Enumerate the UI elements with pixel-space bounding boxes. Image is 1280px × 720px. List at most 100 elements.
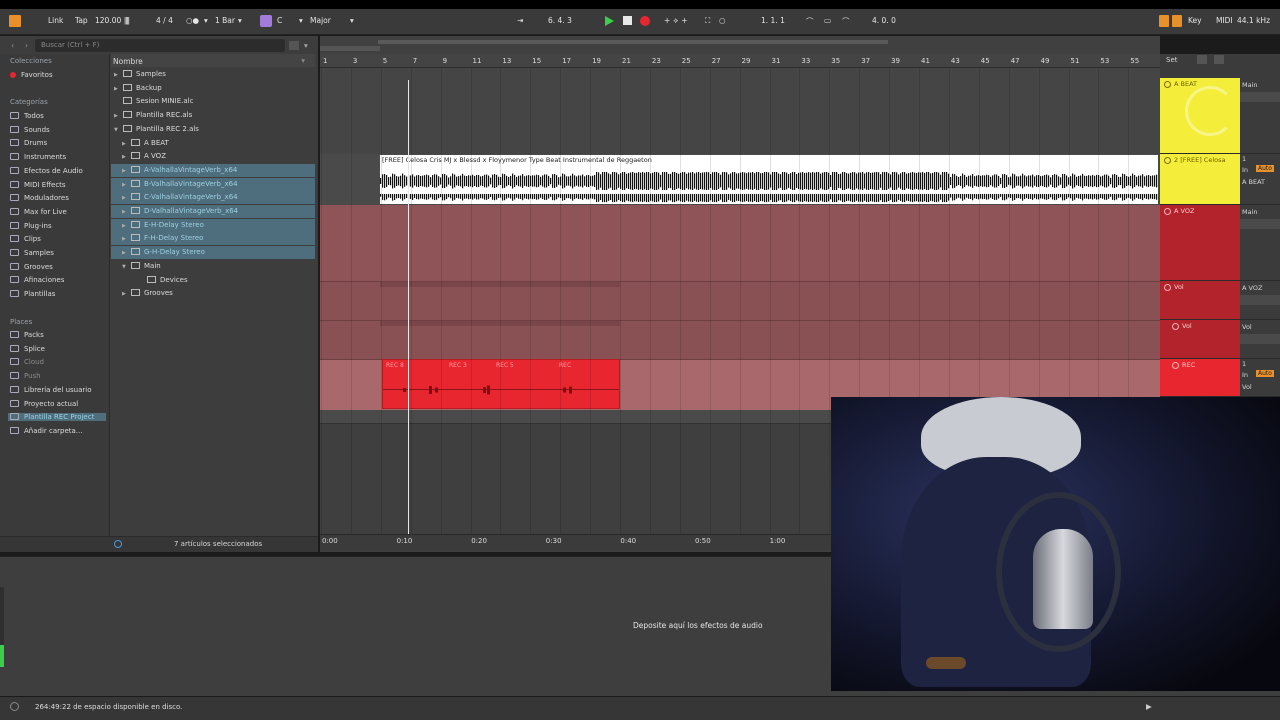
file-row[interactable]: ▶ Samples bbox=[111, 68, 315, 81]
column-header[interactable]: Nombre ▾ bbox=[111, 54, 315, 67]
track-header[interactable]: A VOZ bbox=[1160, 205, 1240, 281]
file-row[interactable]: ▶ G-H-Delay Stereo bbox=[111, 246, 315, 260]
disclosure-arrow-icon[interactable]: ▶ bbox=[122, 154, 126, 160]
sidebar-item-category[interactable]: Max for Live bbox=[10, 207, 67, 216]
sidebar-item-place[interactable]: Packs bbox=[10, 331, 44, 339]
filter-icon[interactable] bbox=[289, 41, 299, 50]
disclosure-arrow-icon[interactable]: ▶ bbox=[122, 168, 126, 174]
disclosure-arrow-icon[interactable]: ▶ bbox=[122, 209, 126, 215]
output-select[interactable]: Main bbox=[1242, 208, 1258, 216]
overdub-icon[interactable]: +⟡+ bbox=[664, 16, 691, 26]
disclosure-arrow-icon[interactable]: ▶ bbox=[122, 182, 126, 188]
fold-icon[interactable] bbox=[1164, 208, 1171, 215]
lock-icon[interactable] bbox=[1214, 55, 1224, 64]
disclosure-arrow-icon[interactable]: ▶ bbox=[114, 113, 118, 119]
file-row[interactable]: ▶ F-H-Delay Stereo bbox=[111, 232, 315, 246]
key-select[interactable]: C bbox=[277, 16, 282, 25]
arrangement-position-icon[interactable]: ⇥ bbox=[517, 16, 523, 25]
scale-select[interactable]: Major bbox=[310, 16, 331, 25]
disclosure-arrow-icon[interactable]: ▶ bbox=[122, 291, 126, 297]
sidebar-item-category[interactable]: Samples bbox=[10, 249, 54, 257]
track-lane-a-voz[interactable] bbox=[320, 205, 1160, 281]
sidebar-item-place[interactable]: Cloud bbox=[10, 358, 44, 366]
loop-brace[interactable] bbox=[320, 46, 380, 51]
disclosure-arrow-icon[interactable]: ▶ bbox=[122, 195, 126, 201]
disclosure-arrow-icon[interactable]: ▶ bbox=[122, 141, 126, 147]
monitor-auto-button[interactable]: Auto bbox=[1256, 165, 1274, 172]
fold-icon[interactable] bbox=[1172, 362, 1179, 369]
disclosure-arrow-icon[interactable]: ▶ bbox=[122, 250, 126, 256]
tempo-field[interactable]: 120.00 bbox=[95, 16, 121, 25]
file-row[interactable]: Sesion MINIE.alc bbox=[111, 95, 315, 108]
sidebar-item-category[interactable]: MIDI Effects bbox=[10, 180, 66, 189]
stop-icon[interactable] bbox=[623, 16, 632, 25]
sidebar-item-category[interactable]: Grooves bbox=[10, 262, 53, 271]
link-button[interactable]: Link bbox=[48, 16, 63, 25]
punch-out-icon[interactable]: ⌒ bbox=[842, 16, 850, 27]
signature-field[interactable]: 4 / 4 bbox=[156, 16, 173, 25]
file-row[interactable]: ▶ A VOZ bbox=[111, 150, 315, 163]
set-button[interactable]: Set bbox=[1166, 56, 1178, 64]
file-row[interactable]: ▶ A-ValhallaVintageVerb_x64 bbox=[111, 163, 315, 177]
record-icon[interactable] bbox=[640, 16, 650, 26]
sidebar-item-place[interactable]: Librería del usuario bbox=[10, 385, 92, 394]
output-select[interactable]: A BEAT bbox=[1242, 178, 1265, 186]
output-field[interactable] bbox=[1240, 334, 1280, 344]
chevron-down-icon[interactable]: ▾ bbox=[204, 16, 208, 25]
info-icon[interactable] bbox=[10, 702, 19, 711]
nav-back-icon[interactable]: ‹ bbox=[11, 41, 14, 50]
monitor-in-button[interactable]: In bbox=[1242, 371, 1248, 379]
disclosure-arrow-icon[interactable]: ▶ bbox=[122, 223, 126, 229]
sidebar-item-favorites[interactable]: Favoritos bbox=[10, 71, 53, 79]
chevron-down-icon[interactable]: ▾ bbox=[299, 16, 303, 25]
expand-icon[interactable] bbox=[1197, 55, 1207, 64]
disclosure-arrow-icon[interactable]: ▼ bbox=[122, 264, 126, 270]
song-position-field[interactable]: 6. 4. 3 bbox=[548, 16, 572, 25]
file-row[interactable]: Devices bbox=[111, 274, 315, 287]
file-row[interactable]: ▼ Plantilla REC 2.als bbox=[111, 123, 315, 136]
file-row[interactable]: ▶ E-H-Delay Stereo bbox=[111, 218, 315, 232]
preview-icon[interactable] bbox=[114, 540, 122, 548]
sidebar-item-category[interactable]: Instruments bbox=[10, 153, 66, 161]
chevron-down-icon[interactable]: ▾ bbox=[304, 41, 308, 50]
output-field[interactable] bbox=[1240, 295, 1280, 305]
disclosure-arrow-icon[interactable]: ▶ bbox=[122, 236, 126, 242]
midi-map-button[interactable]: MIDI bbox=[1216, 16, 1233, 25]
sidebar-item-category[interactable]: Efectos de Audio bbox=[10, 166, 83, 175]
keyboard-icon[interactable] bbox=[1172, 15, 1182, 27]
search-input[interactable]: Buscar (Ctrl + F) bbox=[35, 39, 285, 52]
file-row[interactable]: ▶ B-ValhallaVintageVerb_x64 bbox=[111, 177, 315, 191]
sidebar-item-category[interactable]: Sounds bbox=[10, 125, 50, 134]
punch-icon[interactable]: ○ bbox=[719, 16, 726, 25]
sidebar-item-place[interactable]: Splice bbox=[10, 344, 45, 353]
monitor-auto-button[interactable]: Auto bbox=[1256, 370, 1274, 377]
metronome-icon[interactable]: ǀǀǀǀ bbox=[124, 16, 130, 25]
quantize-select[interactable]: 1 Bar bbox=[215, 16, 235, 25]
output-select[interactable]: Vol bbox=[1242, 323, 1252, 331]
loop-start-field[interactable]: 1. 1. 1 bbox=[761, 16, 785, 25]
draw-mode-icon[interactable] bbox=[1159, 15, 1169, 27]
input-channel[interactable]: 1 bbox=[1242, 155, 1246, 163]
output-select[interactable]: Main bbox=[1242, 81, 1258, 89]
disclosure-arrow-icon[interactable]: ▶ bbox=[114, 86, 118, 92]
audio-clip[interactable]: [FREE] Celosa Cris MJ x Blessd x Floyyme… bbox=[380, 155, 1158, 204]
sidebar-item-category[interactable]: Plantillas bbox=[10, 290, 55, 298]
sidebar-item-category[interactable]: Drums bbox=[10, 139, 47, 147]
loop-icon[interactable]: ⛶ bbox=[705, 16, 710, 26]
file-row[interactable]: ▶ Plantilla REC.als bbox=[111, 109, 315, 122]
rec-clip[interactable]: REC 8 REC 3 REC 5 REC bbox=[382, 359, 620, 409]
output-select[interactable]: A VOZ bbox=[1242, 284, 1262, 292]
sidebar-item-category[interactable]: Moduladores bbox=[10, 194, 69, 202]
track-header[interactable]: REC bbox=[1160, 359, 1240, 397]
overview-range[interactable] bbox=[378, 40, 888, 44]
chevron-down-icon[interactable]: ▾ bbox=[238, 16, 242, 25]
track-header[interactable]: Vol bbox=[1160, 281, 1240, 320]
disclosure-arrow-icon[interactable]: ▼ bbox=[114, 127, 118, 133]
sidebar-item-category[interactable]: Clips bbox=[10, 235, 41, 243]
file-row[interactable]: ▼ Main bbox=[111, 260, 315, 273]
file-row[interactable]: ▶ D-ValhallaVintageVerb_x64 bbox=[111, 205, 315, 218]
nav-forward-icon[interactable]: › bbox=[25, 41, 28, 50]
file-row[interactable]: ▶ Grooves bbox=[111, 287, 315, 300]
follow-icon[interactable]: ○● bbox=[186, 16, 199, 25]
disclosure-arrow-icon[interactable]: ▶ bbox=[114, 72, 118, 78]
